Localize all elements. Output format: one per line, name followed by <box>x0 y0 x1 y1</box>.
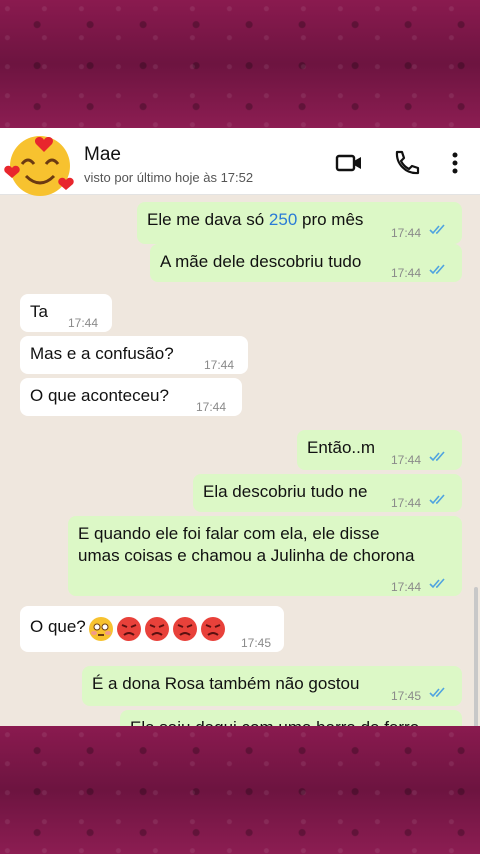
angry-face-emoji <box>117 617 141 641</box>
voice-call-icon[interactable] <box>390 148 420 178</box>
message-text: O que aconteceu? <box>30 386 169 405</box>
message-text: Ela descobriu tudo ne <box>203 482 368 501</box>
message-text: É a dona Rosa também não gostou <box>92 674 360 693</box>
background-band-bottom <box>0 726 480 854</box>
angry-face-emoji <box>173 617 197 641</box>
message-timestamp: 17:44 <box>391 226 422 240</box>
message-bubble-outgoing-partial[interactable]: Ela saiu daqui com uma barra de ferro <box>120 710 462 726</box>
video-call-icon[interactable] <box>334 148 364 178</box>
message-bubble-outgoing[interactable]: Ela descobriu tudo ne 17:44 <box>193 474 462 512</box>
message-text: Mas e a confusão? <box>30 344 174 363</box>
message-timestamp: 17:44 <box>68 316 99 330</box>
message-timestamp: 17:44 <box>391 496 422 510</box>
message-timestamp: 17:44 <box>196 400 227 414</box>
read-receipt-icon <box>429 578 445 589</box>
chat-header: Mae visto por último hoje às 17:52 <box>0 128 480 198</box>
emoji-group <box>89 617 225 641</box>
message-text: Ta <box>30 302 48 321</box>
message-number-highlight: 250 <box>268 210 298 229</box>
last-seen-status: visto por último hoje às 17:52 <box>84 170 254 185</box>
message-bubble-outgoing[interactable]: E quando ele foi falar com ela, ele diss… <box>68 516 462 596</box>
message-timestamp: 17:44 <box>204 358 235 372</box>
message-text: O que? <box>30 617 86 636</box>
message-bubble-incoming[interactable]: O que? 17:45 <box>20 606 284 652</box>
message-bubble-outgoing[interactable]: É a dona Rosa também não gostou 17:45 <box>82 666 462 706</box>
message-list[interactable]: Ele me dava só 250 pro mês 17:44 A mãe d… <box>0 194 480 726</box>
read-receipt-icon <box>429 687 445 698</box>
message-timestamp: 17:45 <box>391 689 422 703</box>
contact-name[interactable]: Mae <box>84 144 121 166</box>
message-text: Então..m <box>307 438 376 457</box>
message-timestamp: 17:44 <box>391 580 422 594</box>
message-bubble-outgoing[interactable]: Então..m 17:44 <box>297 430 462 470</box>
chat-window: Mae visto por último hoje às 17:52 Ele m… <box>0 128 480 726</box>
message-bubble-incoming[interactable]: Mas e a confusão? 17:44 <box>20 336 248 374</box>
message-timestamp: 17:44 <box>391 266 422 280</box>
read-receipt-icon <box>429 264 445 275</box>
more-options-icon[interactable] <box>440 148 470 178</box>
background-band-top <box>0 0 480 128</box>
message-text: umas coisas e chamou a Julinha de choron… <box>78 546 415 565</box>
angry-face-emoji <box>145 617 169 641</box>
message-text: A mãe dele descobriu tudo <box>160 252 362 271</box>
read-receipt-icon <box>429 451 445 462</box>
message-text: Ela saiu daqui com uma barra de ferro <box>130 718 419 726</box>
read-receipt-icon <box>429 224 445 235</box>
message-bubble-outgoing[interactable]: Ele me dava só 250 pro mês 17:44 <box>137 202 462 244</box>
angry-face-emoji <box>201 617 225 641</box>
chat-scrollbar[interactable] <box>474 587 478 726</box>
contact-avatar[interactable] <box>4 128 76 198</box>
message-timestamp: 17:44 <box>391 453 422 467</box>
message-bubble-incoming[interactable]: O que aconteceu? 17:44 <box>20 378 242 416</box>
message-text: E quando ele foi falar com ela, ele diss… <box>78 524 380 543</box>
message-bubble-outgoing[interactable]: A mãe dele descobriu tudo 17:44 <box>150 244 462 282</box>
message-text: pro mês <box>297 210 364 229</box>
read-receipt-icon <box>429 494 445 505</box>
flushed-face-emoji <box>89 617 113 641</box>
message-bubble-incoming[interactable]: Ta 17:44 <box>20 294 112 332</box>
message-timestamp: 17:45 <box>241 636 272 650</box>
message-text: Ele me dava só <box>147 210 269 229</box>
